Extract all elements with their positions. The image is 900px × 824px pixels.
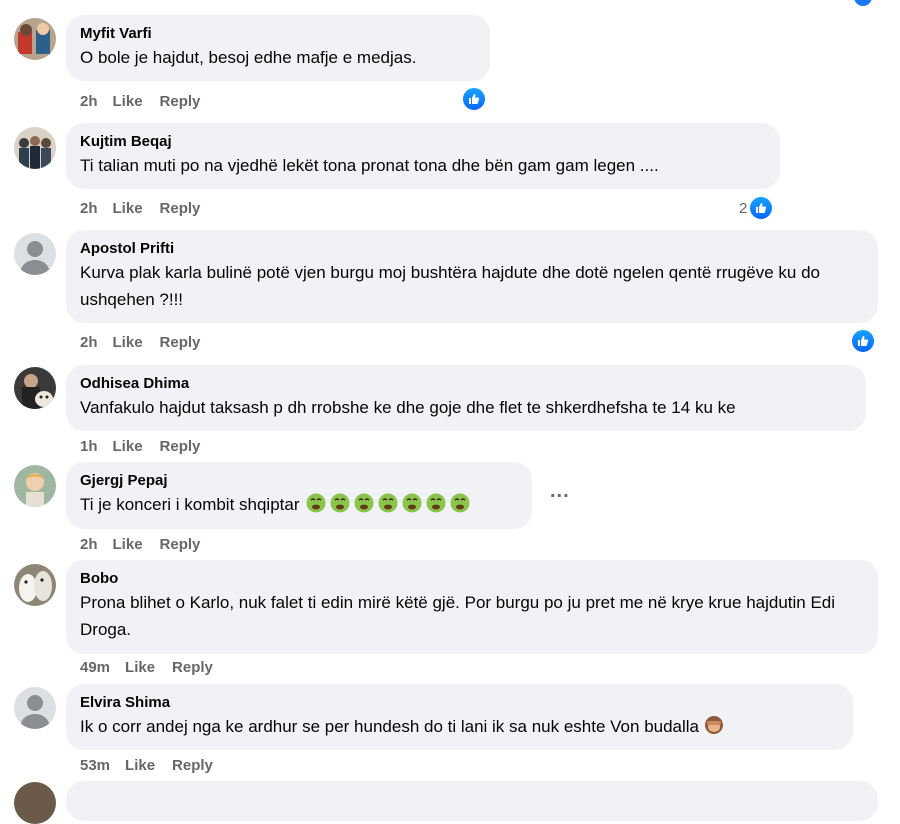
see-no-evil-monkey-icon (704, 716, 723, 734)
comment-author[interactable]: Odhisea Dhima (80, 374, 852, 393)
comment-author[interactable]: Elvira Shima (80, 693, 839, 712)
reply-button[interactable]: Reply (172, 757, 213, 775)
avatar[interactable] (14, 367, 56, 409)
like-button[interactable]: Like (113, 536, 143, 554)
like-icon (748, 195, 775, 221)
like-button[interactable]: Like (113, 438, 143, 456)
comment-text: Ti talian muti po na vjedhë lekët tona p… (80, 156, 659, 175)
next-comment-bubble-partial (66, 781, 878, 821)
reply-button[interactable]: Reply (172, 659, 213, 677)
reply-button[interactable]: Reply (160, 438, 201, 456)
comment-author[interactable]: Apostol Prifti (80, 239, 864, 258)
comment-time[interactable]: 1h (80, 438, 98, 456)
comment-text: O bole je hajdut, besoj edhe mafje e med… (80, 48, 417, 67)
avatar[interactable] (14, 18, 56, 60)
comment-actions: 2h Like Reply (80, 200, 217, 218)
comment-bubble: Gjergj Pepaj Ti je konceri i kombit shqi… (66, 462, 532, 529)
reply-button[interactable]: Reply (160, 93, 201, 111)
next-comment-avatar-partial (14, 782, 56, 824)
comment-actions: 2h Like Reply (80, 334, 217, 352)
nauseated-face-icon (378, 493, 398, 513)
nauseated-face-icon (426, 493, 446, 513)
avatar[interactable] (14, 564, 56, 606)
avatar[interactable] (14, 687, 56, 729)
nauseated-face-icon (450, 493, 470, 513)
comment-text: Vanfakulo hajdut taksash p dh rrobshe ke… (80, 398, 736, 417)
top-reaction-fragment (854, 0, 872, 6)
comment-text-content: Ik o corr andej nga ke ardhur se per hun… (80, 717, 700, 736)
avatar[interactable] (14, 465, 56, 507)
comment-bubble: Elvira Shima Ik o corr andej nga ke ardh… (66, 684, 853, 750)
reply-button[interactable]: Reply (160, 200, 201, 218)
comment-bubble: Odhisea Dhima Vanfakulo hajdut taksash p… (66, 365, 866, 431)
reaction-count-number: 2 (739, 199, 748, 217)
comment-text: Ik o corr andej nga ke ardhur se per hun… (80, 713, 839, 740)
comment-bubble: Kujtim Beqaj Ti talian muti po na vjedhë… (66, 123, 780, 189)
default-avatar-icon (14, 233, 56, 275)
comment-time[interactable]: 2h (80, 93, 98, 111)
comment-text: Kurva plak karla bulinë potë vjen burgu … (80, 263, 821, 309)
comment-time[interactable]: 2h (80, 536, 98, 554)
comment-bubble: Myfit Varfi O bole je hajdut, besoj edhe… (66, 15, 490, 81)
emoji-row (306, 493, 474, 514)
comment-text-content: Ti je konceri i kombit shqiptar (80, 495, 300, 514)
comment-bubble: Bobo Prona blihet o Karlo, nuk falet ti … (66, 560, 878, 654)
comment-actions: 49m Like Reply (80, 659, 230, 677)
like-icon (850, 328, 876, 354)
comment-actions: 2h Like Reply (80, 93, 217, 111)
comment-actions: 53m Like Reply (80, 757, 230, 775)
comment-author[interactable]: Kujtim Beqaj (80, 132, 766, 151)
comment-time[interactable]: 49m (80, 659, 110, 677)
comment-time[interactable]: 2h (80, 200, 98, 218)
comment-text: Prona blihet o Karlo, nuk falet ti edin … (80, 593, 836, 639)
reply-button[interactable]: Reply (160, 536, 201, 554)
avatar[interactable] (14, 233, 56, 275)
comment-author[interactable]: Bobo (80, 569, 864, 588)
nauseated-face-icon (354, 493, 374, 513)
comment-actions: 2h Like Reply (80, 536, 217, 554)
comment-text: Ti je konceri i kombit shqiptar (80, 491, 518, 518)
comment-author[interactable]: Myfit Varfi (80, 24, 476, 43)
comment-actions: 1h Like Reply (80, 438, 217, 456)
default-avatar-icon (14, 687, 56, 729)
like-button[interactable]: Like (113, 93, 143, 111)
comment-author[interactable]: Gjergj Pepaj (80, 471, 518, 490)
like-button[interactable]: Like (125, 659, 155, 677)
nauseated-face-icon (330, 493, 350, 513)
comment-time[interactable]: 2h (80, 334, 98, 352)
reaction-count[interactable]: 2 (739, 195, 775, 221)
like-button[interactable]: Like (113, 200, 143, 218)
like-button[interactable]: Like (113, 334, 143, 352)
nauseated-face-icon (306, 493, 326, 513)
reaction-count[interactable] (461, 86, 487, 112)
reply-button[interactable]: Reply (160, 334, 201, 352)
comment-time[interactable]: 53m (80, 757, 110, 775)
avatar[interactable] (14, 127, 56, 169)
reaction-count[interactable] (850, 328, 876, 354)
more-options-button[interactable]: ... (550, 480, 570, 503)
like-icon (461, 86, 487, 112)
like-button[interactable]: Like (125, 757, 155, 775)
nauseated-face-icon (402, 493, 422, 513)
comment-bubble: Apostol Prifti Kurva plak karla bulinë p… (66, 230, 878, 323)
